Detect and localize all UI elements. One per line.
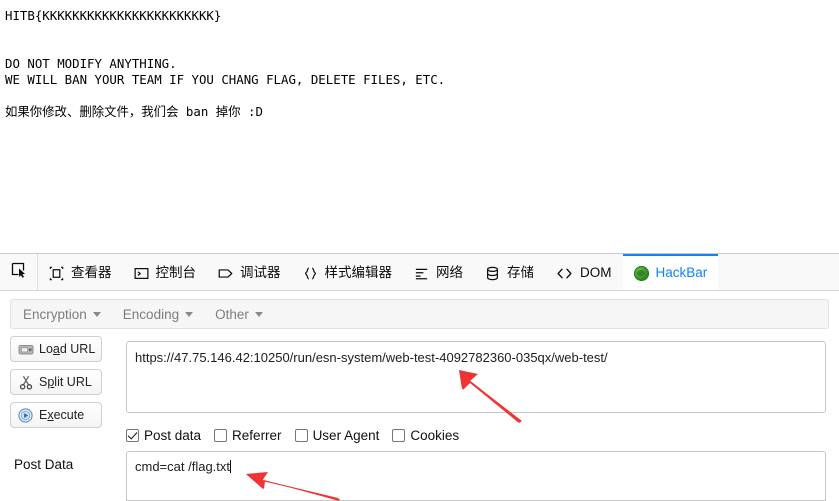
execute-icon (17, 407, 34, 423)
chevron-down-icon (185, 311, 194, 317)
tab-inspector[interactable]: 查看器 (38, 254, 123, 290)
checkbox-post-data-label: Post data (144, 427, 202, 443)
checkbox-user-agent[interactable]: User Agent (294, 427, 380, 443)
tab-storage[interactable]: 存储 (474, 254, 545, 290)
tab-dom-label: DOM (580, 265, 612, 281)
menu-other[interactable]: Other (212, 304, 272, 325)
checkbox-referrer[interactable]: Referrer (214, 428, 282, 443)
checkbox-cookies-box[interactable] (392, 428, 406, 442)
post-data-input[interactable]: cmd=cat /flag.txt (126, 451, 826, 501)
request-options-row: Post data Referrer User Agent Cookies (126, 425, 826, 445)
menu-encryption-label: Encryption (23, 306, 87, 322)
tab-storage-label: 存储 (507, 265, 534, 281)
tab-debugger[interactable]: 调试器 (207, 254, 292, 290)
checkbox-post-data-box[interactable] (126, 428, 139, 442)
menu-encoding[interactable]: Encoding (120, 304, 202, 325)
network-icon (414, 266, 429, 281)
execute-button-label: Execute (39, 408, 85, 422)
devtools-tab-list: 查看器 控制台 调试器 样式编辑器 网络 存储 DOM HackBar (38, 254, 719, 290)
style-editor-icon (303, 266, 318, 281)
tab-network-label: 网络 (436, 265, 463, 281)
tab-network[interactable]: 网络 (403, 254, 474, 290)
checkbox-cookies-label: Cookies (410, 427, 460, 443)
hackbar-button-column: Load URL Split URL Execute (10, 336, 110, 435)
hackbar-panel: Encryption Encoding Other Load URL Split… (0, 291, 839, 501)
page-response-content: HITB{KKKKKKKKKKKKKKKKKKKKKKK} DO NOT MOD… (0, 0, 839, 253)
load-url-button[interactable]: Load URL (10, 336, 102, 362)
inspector-icon (49, 266, 64, 281)
tab-style-editor-label: 样式编辑器 (324, 265, 393, 281)
post-data-value: cmd=cat /flag.txt (135, 459, 231, 474)
chevron-down-icon (254, 311, 263, 317)
browser-window: HITB{KKKKKKKKKKKKKKKKKKKKKKK} DO NOT MOD… (0, 0, 839, 501)
post-data-label: Post Data (14, 457, 74, 472)
tab-console-label: 控制台 (155, 265, 197, 281)
debugger-icon (218, 266, 233, 281)
split-url-button-label: Split URL (39, 375, 92, 389)
split-url-icon (17, 375, 34, 390)
execute-button[interactable]: Execute (10, 402, 102, 428)
text-cursor (230, 460, 232, 473)
storage-icon (485, 266, 500, 281)
checkbox-post-data[interactable]: Post data (126, 428, 201, 443)
split-url-button[interactable]: Split URL (10, 369, 102, 395)
url-input[interactable]: https://47.75.146.42:10250/run/esn-syste… (126, 341, 826, 413)
dom-icon (556, 266, 573, 281)
load-url-icon (17, 342, 34, 357)
console-icon (134, 266, 149, 281)
checkbox-referrer-label: Referrer (232, 427, 282, 443)
element-picker-icon (11, 262, 27, 283)
load-url-button-label: Load URL (39, 342, 96, 356)
checkbox-cookies[interactable]: Cookies (392, 428, 459, 443)
element-picker-button[interactable] (0, 254, 38, 290)
checkbox-user-agent-box[interactable] (294, 428, 308, 442)
checkbox-user-agent-label: User Agent (312, 427, 380, 443)
checkbox-referrer-box[interactable] (214, 428, 228, 442)
tab-debugger-label: 调试器 (240, 265, 281, 281)
tab-hackbar-label: HackBar (655, 265, 708, 281)
hackbar-menubar: Encryption Encoding Other (10, 299, 829, 329)
tab-inspector-label: 查看器 (71, 265, 112, 281)
hackbar-favicon-icon (633, 265, 649, 281)
tab-style-editor[interactable]: 样式编辑器 (292, 254, 404, 290)
devtools-toolbar: 查看器 控制台 调试器 样式编辑器 网络 存储 DOM HackBar (0, 253, 839, 291)
menu-other-label: Other (215, 306, 249, 322)
chevron-down-icon (92, 311, 101, 317)
flag-response-text: HITB{KKKKKKKKKKKKKKKKKKKKKKK} DO NOT MOD… (5, 8, 446, 119)
tab-hackbar[interactable]: HackBar (622, 254, 719, 290)
menu-encoding-label: Encoding (122, 306, 180, 322)
tab-dom[interactable]: DOM (545, 254, 623, 290)
tab-console[interactable]: 控制台 (123, 254, 208, 290)
menu-encryption[interactable]: Encryption (20, 304, 110, 325)
